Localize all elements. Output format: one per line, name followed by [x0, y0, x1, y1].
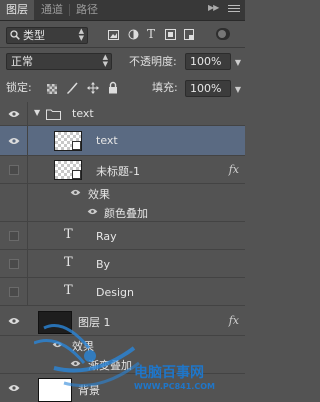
effects-row[interactable]: 效果: [0, 184, 245, 202]
updown-arrows-icon: ▲ ▼: [78, 27, 84, 42]
layer-name[interactable]: 图层 1: [78, 314, 111, 330]
effect-name: 渐变叠加: [88, 359, 132, 372]
opacity-value: 100%: [190, 55, 222, 68]
filter-kind-label: 类型: [23, 29, 45, 42]
visibility-toggle-box[interactable]: [9, 231, 19, 241]
effects-label: 效果: [88, 188, 110, 201]
layer-name[interactable]: Ray: [96, 230, 117, 243]
visibility-toggle-box[interactable]: [9, 165, 19, 175]
layer-thumbnail: [54, 160, 82, 180]
type-layer-icon: T: [64, 227, 73, 242]
layer-name[interactable]: 未标题-1: [96, 163, 140, 179]
opacity-label: 不透明度:: [129, 55, 177, 68]
type-filter-icon[interactable]: T: [147, 27, 155, 41]
layer-name[interactable]: Design: [96, 286, 134, 299]
type-layer-row[interactable]: T Design: [0, 278, 245, 306]
type-layer-row[interactable]: T By: [0, 250, 245, 278]
fx-icon[interactable]: fx: [229, 163, 239, 176]
eye-icon[interactable]: [8, 137, 20, 145]
tab-layers[interactable]: 图层: [0, 0, 34, 20]
layer-thumbnail: [38, 378, 72, 402]
visibility-column: [0, 222, 28, 249]
fill-value: 100%: [190, 82, 222, 95]
updown-arrows-icon: ▲ ▼: [102, 53, 108, 68]
layer-name[interactable]: 背景: [78, 382, 100, 398]
layers-list: ▼ text text 未标题-1 fx 效果 颜色叠加 T Ray T By …: [0, 102, 245, 402]
folder-icon: [46, 109, 61, 120]
fill-dropdown-arrow-icon[interactable]: ▼: [235, 82, 241, 97]
smart-object-badge-icon: [72, 141, 81, 150]
layer-thumbnail: [38, 311, 72, 334]
smart-object-badge-icon: [72, 170, 81, 179]
visibility-toggle-box[interactable]: [9, 287, 19, 297]
visibility-column: [0, 250, 28, 277]
layer-name[interactable]: text: [72, 107, 94, 120]
lock-label: 锁定:: [6, 81, 32, 94]
visibility-toggle-box[interactable]: [9, 259, 19, 269]
blend-mode-select[interactable]: 正常 ▲ ▼: [6, 53, 112, 70]
layer-row-background[interactable]: 背景: [0, 374, 245, 402]
layer-row-untitled[interactable]: 未标题-1 fx: [0, 156, 245, 184]
layers-panel: 图层 通道 路径 ▶▶ 类型 ▲▼ T 正常 ▲▼ 不透明度: 100% ▼: [0, 0, 245, 402]
effect-name: 颜色叠加: [104, 207, 148, 220]
divider: [0, 47, 245, 48]
visibility-column: [0, 306, 28, 335]
expand-group-triangle-icon[interactable]: ▼: [34, 108, 40, 117]
effects-row[interactable]: 效果: [0, 336, 245, 354]
opacity-dropdown-arrow-icon[interactable]: ▼: [235, 55, 241, 70]
eye-icon[interactable]: [70, 189, 81, 196]
filter-kind-select[interactable]: 类型 ▲ ▼: [6, 27, 88, 44]
eye-icon[interactable]: [87, 208, 98, 215]
fill-input[interactable]: 100% ▼: [185, 80, 241, 97]
effects-label: 效果: [72, 340, 94, 353]
search-icon: [10, 30, 20, 40]
visibility-column: [0, 184, 28, 202]
eye-icon[interactable]: [8, 384, 20, 392]
collapse-arrows-icon[interactable]: ▶▶: [208, 3, 219, 12]
lock-transparent-pixels-icon[interactable]: [47, 84, 57, 94]
eye-icon[interactable]: [70, 360, 81, 367]
pixel-filter-icon[interactable]: [108, 30, 119, 40]
filter-toggle-switch[interactable]: [216, 28, 230, 40]
effect-row-gradient-overlay[interactable]: 渐变叠加: [0, 354, 245, 374]
eye-icon[interactable]: [8, 110, 20, 118]
adjustment-filter-icon[interactable]: [128, 29, 139, 40]
type-layer-row[interactable]: T Ray: [0, 222, 245, 250]
smart-object-filter-icon[interactable]: [184, 29, 195, 40]
tab-channels[interactable]: 通道: [35, 0, 69, 20]
visibility-column: [0, 156, 28, 183]
fx-icon[interactable]: fx: [229, 314, 239, 327]
layer-name[interactable]: By: [96, 258, 110, 271]
type-layer-icon: T: [64, 283, 73, 298]
lock-position-icon[interactable]: [87, 82, 99, 94]
eye-icon[interactable]: [52, 341, 63, 348]
effect-row-color-overlay[interactable]: 颜色叠加: [0, 202, 245, 222]
layer-row-layer1[interactable]: 图层 1 fx: [0, 306, 245, 336]
visibility-column: [0, 374, 28, 402]
eye-icon[interactable]: [8, 317, 20, 325]
visibility-column: [0, 126, 28, 155]
layer-name[interactable]: text: [96, 134, 118, 147]
blend-mode-value: 正常: [11, 55, 33, 68]
visibility-column: [0, 202, 28, 221]
opacity-input[interactable]: 100% ▼: [185, 53, 241, 70]
lock-all-icon[interactable]: [108, 81, 118, 94]
visibility-column: [0, 278, 28, 305]
panel-tab-bar: 图层 通道 路径 ▶▶: [0, 0, 245, 21]
shape-filter-icon[interactable]: [165, 29, 176, 40]
tab-paths[interactable]: 路径: [70, 0, 104, 20]
layer-thumbnail: [54, 131, 82, 151]
layer-group-row[interactable]: ▼ text: [0, 102, 245, 126]
visibility-column: [0, 102, 28, 125]
type-layer-icon: T: [64, 255, 73, 270]
layer-row-text-selected[interactable]: text: [0, 126, 245, 156]
lock-image-pixels-icon[interactable]: [66, 82, 78, 94]
panel-menu-icon[interactable]: [228, 5, 240, 15]
fill-label: 填充:: [152, 81, 178, 94]
